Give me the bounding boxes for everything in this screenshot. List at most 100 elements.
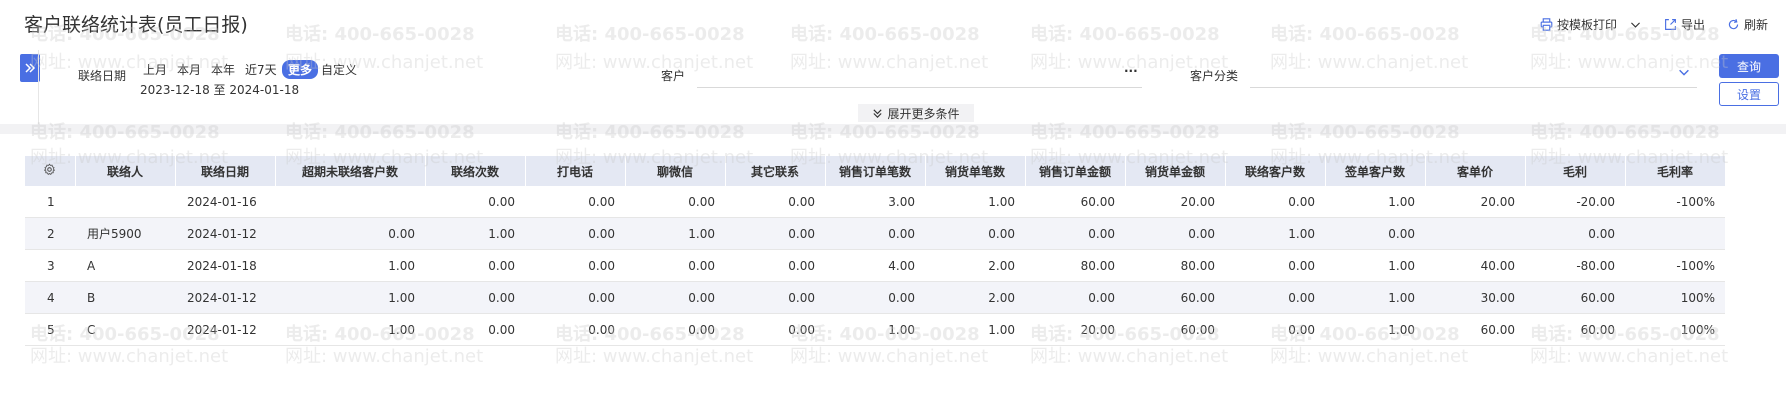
cell-signed-customers: 1.00 (1325, 281, 1425, 314)
cell-other-contact: 0.00 (725, 249, 825, 282)
cell-overdue-customers: 1.00 (275, 313, 425, 346)
date-option-custom[interactable]: 自定义 (321, 61, 357, 78)
cell-phone-calls: 0.00 (525, 249, 625, 282)
refresh-button[interactable]: 刷新 (1727, 16, 1768, 33)
settings-button[interactable]: 设置 (1719, 82, 1779, 106)
col-header-contact-date[interactable]: 联络日期 (175, 156, 276, 186)
table-row[interactable]: 2 用户5900 2024-01-12 0.00 1.00 0.00 1.00 0.00 0.0… (25, 217, 1725, 250)
export-button[interactable]: 导出 (1664, 16, 1705, 33)
double-chevron-down-icon (873, 108, 883, 118)
cell-contact-date: 2024-01-18 (175, 249, 275, 282)
cell-other-contact: 0.00 (725, 281, 825, 314)
cell-gross-margin: -100% (1625, 186, 1725, 218)
page-title: 客户联络统计表(员工日报) (24, 14, 248, 36)
col-header-phone-calls[interactable]: 打电话 (525, 156, 626, 186)
cell-sales-order-amount: 60.00 (1025, 186, 1125, 218)
date-option-last-7-days[interactable]: 近7天 (245, 61, 277, 78)
date-range-value: 2023-12-18 至 2024-01-18 (140, 83, 300, 97)
cell-other-contact: 0.00 (725, 186, 825, 218)
cell-gross-profit: -20.00 (1525, 186, 1625, 218)
date-option-this-year[interactable]: 本年 (211, 61, 235, 78)
cell-wechat: 0.00 (625, 249, 725, 282)
cell-sales-order-amount: 20.00 (1025, 313, 1125, 346)
customer-input[interactable] (697, 64, 1137, 82)
cell-unit-price: 30.00 (1425, 281, 1525, 314)
cell-row-index: 1 (25, 186, 75, 218)
cell-gross-margin: -100% (1625, 249, 1725, 282)
cell-phone-calls: 0.00 (525, 186, 625, 218)
cell-phone-calls: 0.00 (525, 217, 625, 250)
cell-contacted-customers: 0.00 (1225, 249, 1325, 282)
date-option-last-month[interactable]: 上月 (143, 61, 167, 78)
col-header-unit-price[interactable]: 客单价 (1425, 156, 1526, 186)
printer-icon (1540, 18, 1553, 31)
col-header-other-contact[interactable]: 其它联系 (725, 156, 826, 186)
cell-gross-margin: 100% (1625, 313, 1725, 346)
col-header-sales-order-count[interactable]: 销售订单笔数 (825, 156, 926, 186)
contact-stats-table: 联络人 联络日期 超期未联络客户数 联络次数 打电话 聊微信 其它联系 销售订单… (25, 156, 1726, 346)
print-template-button[interactable]: 按模板打印 (1540, 16, 1642, 33)
cell-signed-customers: 1.00 (1325, 186, 1425, 218)
cell-delivery-amount: 80.00 (1125, 249, 1225, 282)
table-row[interactable]: 4 B 2024-01-12 1.00 0.00 0.00 0.00 0.00 0.00 2.00… (25, 281, 1725, 314)
category-select[interactable] (1250, 64, 1680, 82)
divider (38, 50, 39, 124)
cell-overdue-customers: 0.00 (275, 217, 425, 250)
col-header-delivery-count[interactable]: 销货单笔数 (925, 156, 1026, 186)
col-header-wechat[interactable]: 聊微信 (625, 156, 726, 186)
cell-gross-profit: -80.00 (1525, 249, 1625, 282)
cell-other-contact: 0.00 (725, 313, 825, 346)
cell-phone-calls: 0.00 (525, 313, 625, 346)
refresh-icon (1728, 19, 1739, 30)
cell-sales-order-amount: 0.00 (1025, 281, 1125, 314)
col-header-delivery-amount[interactable]: 销货单金额 (1125, 156, 1226, 186)
col-header-contacted-customers[interactable]: 联络客户数 (1225, 156, 1326, 186)
customer-picker-button[interactable]: ··· (1124, 64, 1138, 78)
cell-contact-person: B (75, 281, 175, 314)
col-header-sales-order-amount[interactable]: 销售订单金额 (1025, 156, 1126, 186)
col-header-signed-customers[interactable]: 签单客户数 (1325, 156, 1426, 186)
query-button[interactable]: 查询 (1719, 54, 1779, 78)
cell-contact-count: 0.00 (425, 313, 525, 346)
cell-delivery-amount: 0.00 (1125, 217, 1225, 250)
cell-phone-calls: 0.00 (525, 281, 625, 314)
table-row[interactable]: 1 2024-01-16 0.00 0.00 0.00 0.00 3.00 1.00 60.00… (25, 186, 1725, 218)
gear-icon[interactable] (43, 163, 56, 176)
col-header-gross-margin[interactable]: 毛利率 (1625, 156, 1726, 186)
cell-sales-order-count: 3.00 (825, 186, 925, 218)
col-header-gross-profit[interactable]: 毛利 (1525, 156, 1626, 186)
table-row[interactable]: 3 A 2024-01-18 1.00 0.00 0.00 0.00 0.00 4.00 2.00… (25, 249, 1725, 282)
cell-signed-customers: 1.00 (1325, 249, 1425, 282)
cell-delivery-amount: 60.00 (1125, 313, 1225, 346)
col-header-overdue-customers[interactable]: 超期未联络客户数 (275, 156, 426, 186)
cell-gross-profit: 0.00 (1525, 217, 1625, 250)
cell-sales-order-amount: 0.00 (1025, 217, 1125, 250)
date-option-more[interactable]: 更多 (282, 60, 319, 79)
cell-contacted-customers: 0.00 (1225, 281, 1325, 314)
cell-unit-price (1425, 217, 1525, 250)
cell-delivery-count: 2.00 (925, 281, 1025, 314)
column-settings-header[interactable] (25, 156, 76, 186)
expand-sidebar-button[interactable] (20, 54, 40, 82)
table-row[interactable]: 5 C 2024-01-12 1.00 0.00 0.00 0.00 0.00 1.00 1.00… (25, 313, 1725, 346)
top-bar: 客户联络统计表(员工日报) 按模板打印 导出 刷新 (0, 0, 1786, 44)
cell-overdue-customers (275, 186, 425, 218)
cell-row-index: 3 (25, 249, 75, 282)
cell-contacted-customers: 0.00 (1225, 313, 1325, 346)
cell-delivery-count: 1.00 (925, 313, 1025, 346)
date-filter-label: 联络日期 (78, 69, 127, 83)
date-option-this-month[interactable]: 本月 (177, 61, 201, 78)
cell-sales-order-count: 0.00 (825, 281, 925, 314)
cell-wechat: 1.00 (625, 217, 725, 250)
refresh-label: 刷新 (1743, 18, 1768, 32)
col-header-contact-person[interactable]: 联络人 (75, 156, 176, 186)
col-header-contact-count[interactable]: 联络次数 (425, 156, 526, 186)
cell-wechat: 0.00 (625, 186, 725, 218)
cell-contact-date: 2024-01-12 (175, 313, 275, 346)
expand-more-conditions-button[interactable]: 展开更多条件 (858, 104, 974, 122)
cell-contact-date: 2024-01-12 (175, 281, 275, 314)
cell-row-index: 5 (25, 313, 75, 346)
export-icon (1665, 19, 1676, 30)
chevron-down-icon[interactable] (1629, 18, 1642, 31)
chevron-down-icon[interactable] (1677, 65, 1691, 79)
